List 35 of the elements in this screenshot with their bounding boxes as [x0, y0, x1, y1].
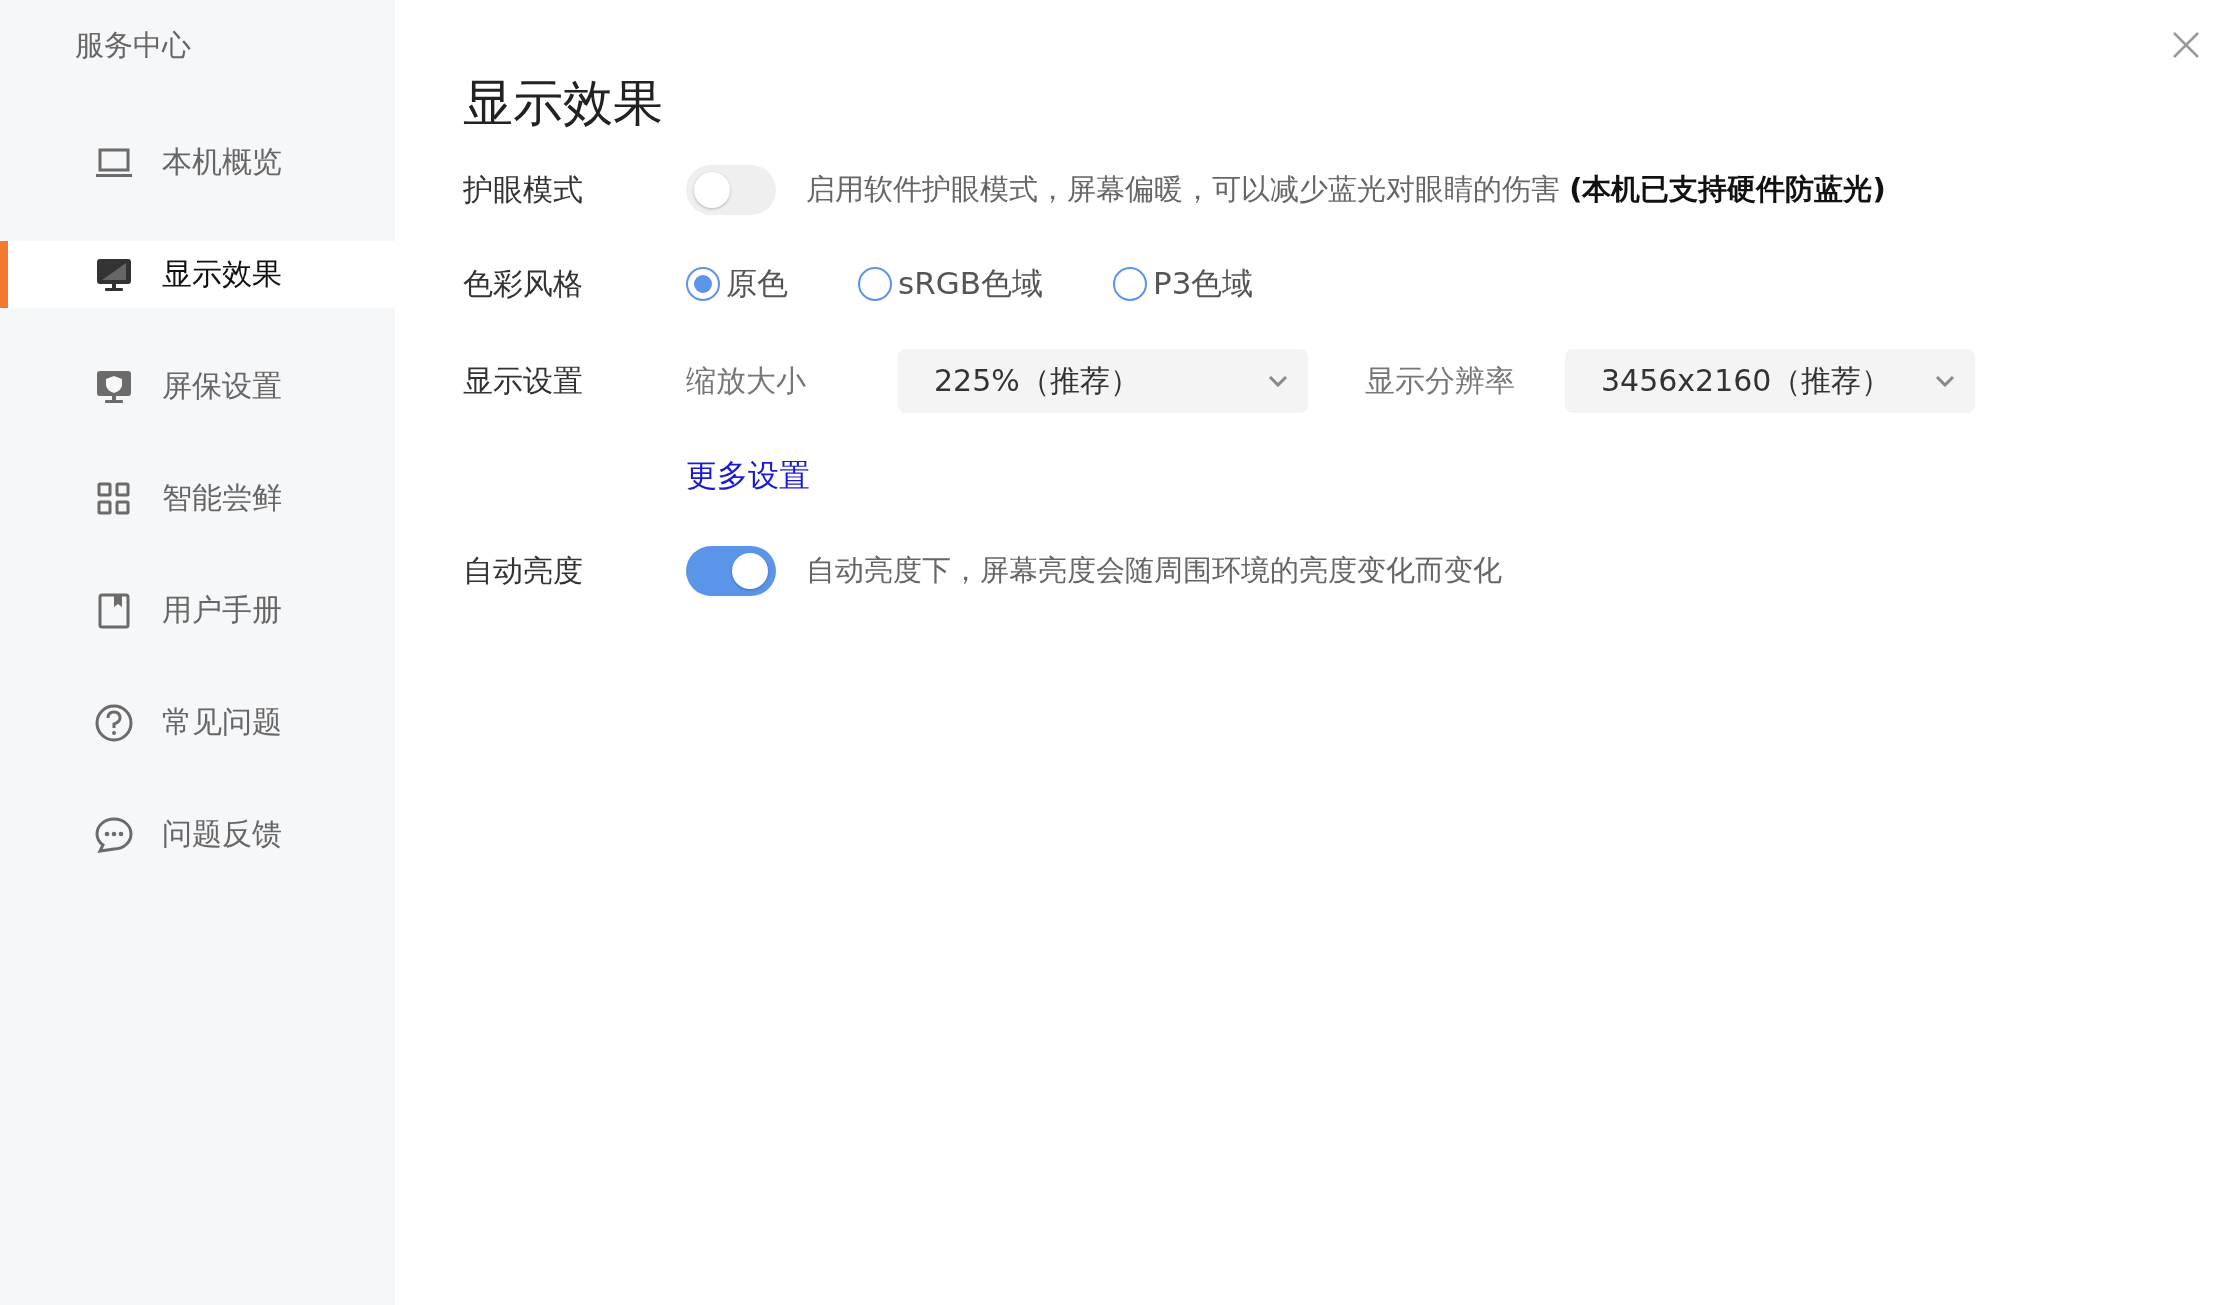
sidebar-title: 服务中心 — [74, 27, 192, 64]
scale-dropdown[interactable]: 225%（推荐） — [898, 349, 1308, 413]
toggle-switch[interactable] — [686, 546, 776, 596]
radio-button[interactable] — [858, 267, 892, 301]
radio-button[interactable] — [1113, 267, 1147, 301]
setting-label: 显示设置 — [463, 361, 584, 400]
page-title: 显示效果 — [463, 73, 664, 134]
sidebar-item[interactable]: 常见问题 — [0, 689, 395, 756]
setting-label: 自动亮度 — [463, 551, 584, 590]
radio-button[interactable] — [686, 267, 720, 301]
sidebar-item[interactable]: 显示效果 — [0, 241, 395, 308]
sidebar-item[interactable]: 问题反馈 — [0, 801, 395, 868]
resolution-dropdown[interactable]: 3456x2160（推荐） — [1565, 349, 1975, 413]
chevron-down-icon — [1268, 375, 1288, 387]
setting-label: 显示分辨率 — [1365, 361, 1516, 400]
help-icon — [94, 702, 134, 743]
radio-label: P3色域 — [1153, 264, 1254, 303]
toggle-switch[interactable] — [686, 165, 776, 215]
setting-label: 色彩风格 — [463, 264, 584, 303]
chevron-down-icon — [1935, 375, 1955, 387]
setting-label: 缩放大小 — [686, 361, 807, 400]
radio-option[interactable]: 原色 — [686, 263, 788, 305]
setting-label: 护眼模式 — [463, 170, 584, 209]
radio-label: 原色 — [726, 264, 788, 303]
radio-option[interactable]: sRGB色域 — [858, 263, 1043, 305]
sidebar-item[interactable]: 本机概览 — [0, 129, 395, 196]
setting-description: 启用软件护眼模式，屏幕偏暖，可以减少蓝光对眼睛的伤害 (本机已支持硬件防蓝光) — [806, 171, 1886, 208]
radio-label: sRGB色域 — [898, 264, 1043, 303]
close-icon[interactable] — [2171, 30, 2201, 60]
sidebar-item[interactable]: 屏保设置 — [0, 353, 395, 420]
sidebar-item[interactable]: 用户手册 — [0, 577, 395, 644]
setting-description: 自动亮度下，屏幕亮度会随周围环境的亮度变化而变化 — [806, 552, 1502, 589]
radio-option[interactable]: P3色域 — [1113, 263, 1254, 305]
sidebar-item[interactable]: 智能尝鲜 — [0, 465, 395, 532]
more-settings-link[interactable]: 更多设置 — [686, 455, 810, 497]
